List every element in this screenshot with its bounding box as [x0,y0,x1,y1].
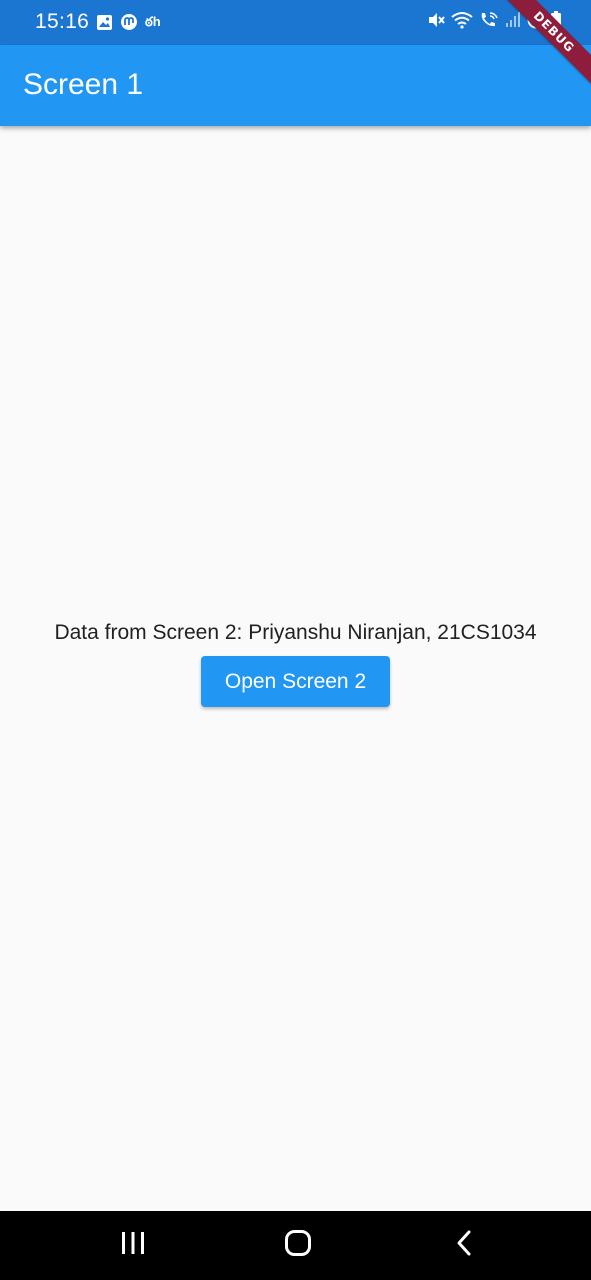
system-nav-bar [0,1211,591,1280]
recents-button[interactable] [103,1225,163,1265]
status-bar: 15:16 ఠh [0,0,591,45]
status-time: 15:16 [35,10,90,33]
mute-icon [427,11,445,29]
wifi-call-icon [479,11,499,29]
home-icon [284,1229,312,1262]
page-title: Screen 1 [23,68,144,101]
notification-app-icon [120,13,138,31]
received-data-text: Data from Screen 2: Priyanshu Niranjan, … [54,621,537,644]
wifi-icon [451,11,473,29]
status-left-icons: ఠh [96,12,161,32]
signal-icon [505,11,521,29]
image-icon [96,14,113,31]
open-screen-2-button[interactable]: Open Screen 2 [201,656,390,707]
back-icon [454,1229,474,1262]
app-bar: Screen 1 [0,45,591,126]
recents-icon [119,1230,147,1261]
app-screen: 15:16 ఠh DEBUG Screen 1 Data from Screen… [0,0,591,1280]
carrier-text-icon: ఠh [145,14,161,29]
home-button[interactable] [268,1225,328,1265]
back-button[interactable] [434,1225,494,1265]
main-content: Data from Screen 2: Priyanshu Niranjan, … [0,126,591,1211]
